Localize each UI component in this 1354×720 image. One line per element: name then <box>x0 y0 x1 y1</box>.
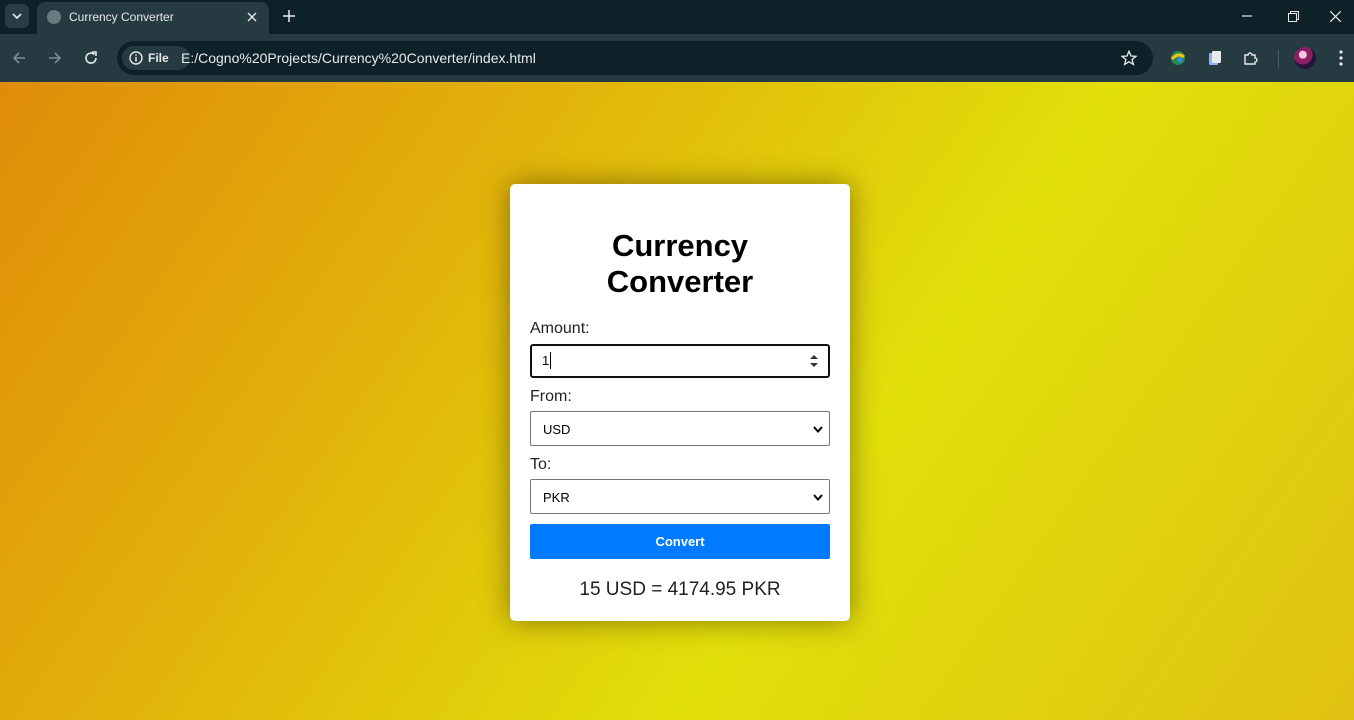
extension-logo-icon <box>1170 51 1185 65</box>
site-chip-label: File <box>148 51 169 65</box>
site-info-chip[interactable]: File <box>122 46 190 70</box>
reload-icon <box>85 51 97 64</box>
spinner-arrows-icon[interactable] <box>808 353 820 369</box>
close-icon <box>247 12 257 22</box>
browser-tab[interactable]: Currency Converter <box>37 2 269 34</box>
minimize-icon <box>1242 15 1252 17</box>
star-icon <box>1121 50 1137 66</box>
to-currency-value: PKR <box>543 490 570 505</box>
to-label: To: <box>530 456 552 473</box>
from-currency-value: USD <box>543 422 571 437</box>
arrow-left-icon <box>12 52 25 64</box>
browser-tab-strip: Currency Converter <box>0 0 1354 34</box>
restore-button[interactable] <box>1270 0 1316 32</box>
tab-title: Currency Converter <box>69 10 174 24</box>
text-caret <box>550 352 551 369</box>
converter-card: Currency Converter Amount: 1 From: USD T… <box>510 184 850 621</box>
address-bar[interactable]: File E:/Cogno%20Projects/Currency%20Conv… <box>117 41 1153 75</box>
amount-input[interactable]: 1 <box>530 344 830 378</box>
back-button[interactable] <box>7 46 31 70</box>
profile-avatar[interactable] <box>1294 47 1316 69</box>
chevron-down-icon <box>12 13 22 20</box>
page-viewport: Currency Converter Amount: 1 From: USD T… <box>0 82 1354 720</box>
bookmark-button[interactable] <box>1119 48 1139 68</box>
extension-colorful-button[interactable] <box>1168 48 1188 68</box>
browser-menu-button[interactable] <box>1331 48 1351 68</box>
conversion-result: 15 USD = 4174.95 PKR <box>579 579 781 600</box>
more-vertical-icon <box>1339 50 1343 66</box>
arrow-right-icon <box>49 52 62 64</box>
to-currency-select[interactable]: PKR <box>530 479 830 514</box>
minimize-button[interactable] <box>1224 0 1270 32</box>
toolbar-separator <box>1278 50 1279 68</box>
extension-document-button[interactable] <box>1205 48 1225 68</box>
globe-icon <box>47 10 61 24</box>
chevron-down-icon <box>813 426 823 434</box>
chevron-down-icon <box>813 494 823 502</box>
close-icon <box>1329 10 1341 22</box>
info-icon <box>129 51 143 65</box>
close-window-button[interactable] <box>1316 0 1354 32</box>
plus-icon <box>283 10 295 22</box>
title-line-2: Converter <box>606 264 754 299</box>
extensions-button[interactable] <box>1241 48 1261 68</box>
url-text[interactable]: E:/Cogno%20Projects/Currency%20Converter… <box>181 50 536 66</box>
document-icon <box>1209 51 1221 65</box>
forward-button[interactable] <box>43 46 67 70</box>
tab-close-button[interactable] <box>243 8 261 26</box>
amount-value: 1 <box>542 353 550 368</box>
page-title: Currency Converter <box>510 228 850 300</box>
new-tab-button[interactable] <box>278 5 300 27</box>
restore-icon <box>1287 10 1299 22</box>
from-label: From: <box>530 388 572 405</box>
puzzle-icon <box>1244 52 1258 65</box>
amount-label: Amount: <box>530 320 590 337</box>
tab-search-button[interactable] <box>5 4 29 28</box>
title-line-1: Currency <box>611 228 749 263</box>
reload-button[interactable] <box>79 46 103 70</box>
from-currency-select[interactable]: USD <box>530 411 830 446</box>
browser-toolbar: File E:/Cogno%20Projects/Currency%20Conv… <box>0 34 1354 82</box>
convert-button[interactable]: Convert <box>530 524 830 559</box>
